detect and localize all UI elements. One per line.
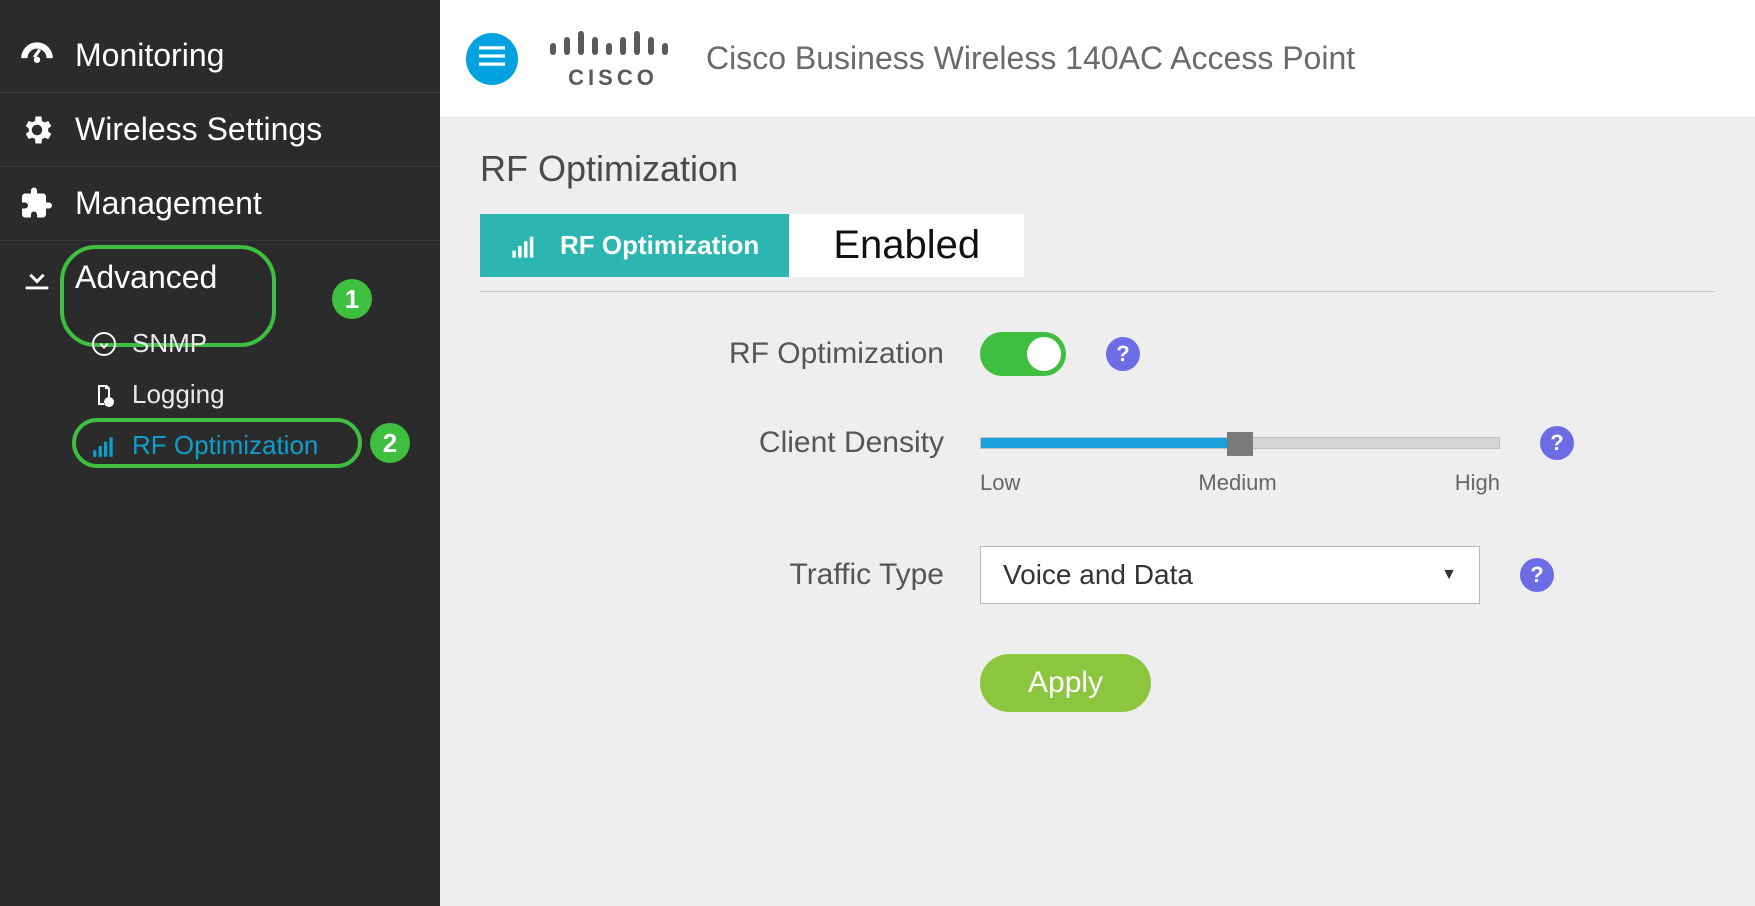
dashboard-icon <box>15 36 59 74</box>
product-title: Cisco Business Wireless 140AC Access Poi… <box>706 40 1355 77</box>
sidebar-item-label: Monitoring <box>75 37 224 74</box>
sidebar-subitem-snmp[interactable]: SNMP <box>0 318 440 369</box>
help-icon[interactable]: ? <box>1540 426 1574 460</box>
sidebar-item-label: Wireless Settings <box>75 111 322 148</box>
status-row: RF Optimization Enabled <box>480 214 1715 277</box>
sidebar-item-monitoring[interactable]: Monitoring <box>0 18 440 93</box>
header: CISCO Cisco Business Wireless 140AC Acce… <box>440 0 1755 118</box>
slider-tick-medium: Medium <box>1198 470 1276 496</box>
sidebar: Monitoring Wireless Settings Management … <box>0 0 440 906</box>
slider-tick-low: Low <box>980 470 1020 496</box>
help-icon[interactable]: ? <box>1520 558 1554 592</box>
signal-bars-icon <box>510 232 544 260</box>
apply-button[interactable]: Apply <box>980 654 1151 712</box>
cisco-logo: CISCO <box>548 27 678 91</box>
form-label-rf: RF Optimization <box>480 337 980 371</box>
hamburger-icon <box>479 46 505 71</box>
form-row-client-density: Client Density ? Low Medium <box>480 426 1715 496</box>
callout-badge-2: 2 <box>370 423 410 463</box>
arrow-down-circle-icon <box>88 332 120 356</box>
form-label-traffic-type: Traffic Type <box>480 558 980 592</box>
slider-tick-high: High <box>1455 470 1500 496</box>
sidebar-item-label: Advanced <box>75 259 217 296</box>
sidebar-item-advanced[interactable]: Advanced 1 <box>0 241 440 314</box>
status-value: Enabled <box>789 214 1024 277</box>
content: RF Optimization RF Optimization Enabled … <box>440 118 1755 906</box>
sidebar-item-wireless-settings[interactable]: Wireless Settings <box>0 93 440 167</box>
sidebar-subitem-label: RF Optimization <box>132 430 318 461</box>
traffic-type-select[interactable]: Voice and Data ▼ <box>980 546 1480 604</box>
form-row-traffic-type: Traffic Type Voice and Data ▼ ? <box>480 546 1715 604</box>
sidebar-item-management[interactable]: Management <box>0 167 440 241</box>
form-row-rf-toggle: RF Optimization ? <box>480 332 1715 376</box>
client-density-slider[interactable] <box>980 437 1500 449</box>
slider-ticks: Low Medium High <box>980 470 1500 496</box>
sidebar-subitem-rf-optimization[interactable]: RF Optimization 2 <box>0 420 440 471</box>
document-clock-icon <box>88 383 120 407</box>
sidebar-subitem-label: SNMP <box>132 328 207 359</box>
form-label-client-density: Client Density <box>480 426 980 460</box>
cisco-bars-icon <box>548 27 678 63</box>
status-chip-label: RF Optimization <box>560 230 759 261</box>
divider <box>480 291 1715 292</box>
cisco-logo-text: CISCO <box>568 65 658 91</box>
apply-row: Apply <box>480 654 1715 712</box>
rf-optimization-toggle[interactable] <box>980 332 1066 376</box>
slider-fill <box>981 438 1240 448</box>
select-value: Voice and Data <box>1003 559 1193 591</box>
signal-bars-icon <box>88 433 120 459</box>
sidebar-subitem-label: Logging <box>132 379 225 410</box>
toggle-knob <box>1027 337 1061 371</box>
download-icon <box>15 261 59 295</box>
puzzle-icon <box>15 186 59 222</box>
sidebar-item-label: Management <box>75 185 262 222</box>
help-icon[interactable]: ? <box>1106 337 1140 371</box>
callout-badge-1: 1 <box>332 279 372 319</box>
sidebar-subitem-logging[interactable]: Logging <box>0 369 440 420</box>
chevron-down-icon: ▼ <box>1441 566 1457 584</box>
status-chip: RF Optimization <box>480 214 789 277</box>
slider-handle[interactable] <box>1227 432 1253 456</box>
advanced-sub-items: SNMP Logging RF Optimization 2 <box>0 314 440 481</box>
section-title: RF Optimization <box>480 148 1715 190</box>
hamburger-button[interactable] <box>466 33 518 85</box>
gear-icon <box>15 112 59 148</box>
